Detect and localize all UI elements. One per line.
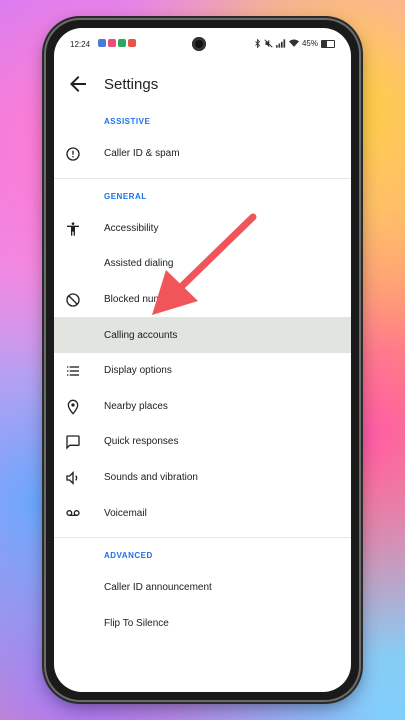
volume-icon xyxy=(66,470,78,485)
settings-item-label: Flip To Silence xyxy=(104,617,169,629)
wifi-icon xyxy=(288,39,299,47)
signal-icon xyxy=(275,39,286,48)
notification-app-icon xyxy=(128,39,136,47)
settings-item-label: Accessibility xyxy=(104,222,159,234)
settings-item-display-options[interactable]: Display options xyxy=(54,353,351,389)
section-header-general: GENERAL xyxy=(104,191,147,201)
bluetooth-icon xyxy=(255,39,261,48)
phone-frame: 12:24 45% Settings ASSISTIVE Caller ID &… xyxy=(46,20,359,700)
block-icon xyxy=(66,293,80,307)
app-bar: Settings xyxy=(54,62,351,104)
settings-item-label: Assisted dialing xyxy=(104,258,174,270)
settings-item-label: Nearby places xyxy=(104,400,168,412)
settings-item-label: Sounds and vibration xyxy=(104,472,198,484)
battery-percent: 45% xyxy=(301,39,318,48)
voicemail-icon xyxy=(66,510,80,517)
phone-screen: 12:24 45% Settings ASSISTIVE Caller ID &… xyxy=(54,28,351,692)
settings-item-assisted-dialing[interactable]: Assisted dialing xyxy=(54,246,351,282)
front-camera xyxy=(192,37,206,51)
battery-icon xyxy=(321,39,335,48)
status-right: 45% xyxy=(254,39,335,48)
settings-item-label: Caller ID announcement xyxy=(104,582,212,594)
status-bar: 12:24 45% xyxy=(54,28,351,62)
settings-item-voicemail[interactable]: Voicemail xyxy=(54,495,351,531)
section-header-advanced: ADVANCED xyxy=(104,550,153,560)
settings-item-sounds-vibration[interactable]: Sounds and vibration xyxy=(54,460,351,496)
settings-item-calling-accounts[interactable]: Calling accounts xyxy=(54,317,351,353)
arrow-left-icon[interactable] xyxy=(66,72,90,96)
settings-item-quick-responses[interactable]: Quick responses xyxy=(54,424,351,460)
list-icon xyxy=(67,366,79,376)
settings-item-accessibility[interactable]: Accessibility xyxy=(54,211,351,247)
status-time: 12:24 xyxy=(70,40,91,49)
status-app-icons xyxy=(98,39,136,47)
notification-app-icon xyxy=(118,39,126,47)
section-header-assistive: ASSISTIVE xyxy=(104,117,151,126)
notification-app-icon xyxy=(108,39,116,47)
settings-item-nearby-places[interactable]: Nearby places xyxy=(54,389,351,425)
settings-item-label: Display options xyxy=(104,365,172,377)
settings-item-caller-id-announcement[interactable]: Caller ID announcement xyxy=(54,570,351,606)
mute-icon xyxy=(264,39,273,48)
settings-item-caller-id-spam[interactable]: Caller ID & spam xyxy=(54,136,351,172)
message-icon xyxy=(66,435,80,450)
settings-item-flip-to-silence[interactable]: Flip To Silence xyxy=(54,606,351,642)
section-divider xyxy=(54,536,351,538)
settings-item-label: Blocked numbers xyxy=(104,294,182,306)
section-divider xyxy=(54,177,351,179)
accessibility-icon xyxy=(67,221,79,236)
info-circle-icon xyxy=(66,147,80,161)
settings-item-blocked-numbers[interactable]: Blocked numbers xyxy=(54,282,351,318)
settings-item-label: Voicemail xyxy=(104,507,147,519)
settings-item-label: Calling accounts xyxy=(104,329,178,341)
location-pin-icon xyxy=(67,399,79,415)
settings-item-label: Caller ID & spam xyxy=(104,148,180,160)
notification-app-icon xyxy=(98,39,106,47)
page-title: Settings xyxy=(104,76,159,93)
settings-item-label: Quick responses xyxy=(104,436,179,448)
